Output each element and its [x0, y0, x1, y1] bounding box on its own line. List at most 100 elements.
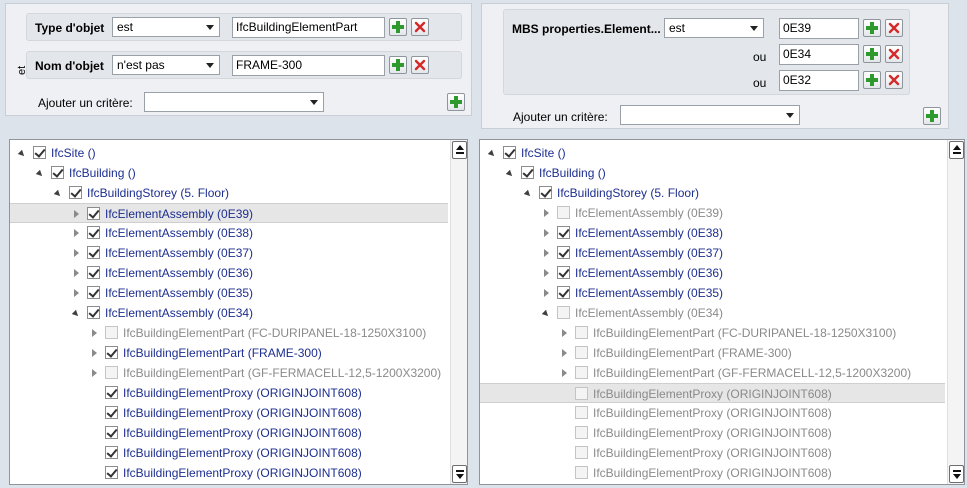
- criterion-2-operator-select[interactable]: n'est pas: [112, 55, 220, 75]
- tree-row[interactable]: IfcElementAssembly (0E37): [480, 243, 945, 263]
- tree-row[interactable]: IfcBuildingElementProxy (ORIGINJOINT608): [480, 403, 945, 423]
- tree-row[interactable]: IfcBuildingElementProxy (ORIGINJOINT608): [480, 463, 945, 483]
- tree-checkbox[interactable]: [87, 207, 100, 220]
- tree-row[interactable]: IfcBuildingElementPart (FC-DURIPANEL-18-…: [480, 323, 945, 343]
- tree-checkbox[interactable]: [503, 146, 516, 159]
- tree-row[interactable]: IfcBuildingElementProxy (ORIGINJOINT608): [10, 383, 448, 403]
- mbs-value-input-2[interactable]: 0E34: [779, 44, 859, 65]
- left-object-tree[interactable]: IfcSite () IfcBuilding () IfcBuildingStore…: [9, 139, 468, 485]
- criterion-2-add-button[interactable]: [389, 56, 407, 74]
- collapsed-arrow-icon[interactable]: [74, 269, 79, 277]
- tree-checkbox[interactable]: [557, 286, 570, 299]
- tree-row[interactable]: IfcElementAssembly (0E35): [480, 283, 945, 303]
- tree-row[interactable]: IfcBuildingElementPart (GF-FERMACELL-12,…: [10, 363, 448, 383]
- tree-checkbox[interactable]: [105, 446, 118, 459]
- tree-checkbox[interactable]: [87, 306, 100, 319]
- criterion-1-value-input[interactable]: IfcBuildingElementPart: [232, 17, 385, 38]
- right-add-criterion-select[interactable]: [620, 105, 800, 125]
- expanded-arrow-icon[interactable]: [17, 149, 27, 159]
- tree-row[interactable]: IfcElementAssembly (0E36): [480, 263, 945, 283]
- tree-checkbox[interactable]: [557, 246, 570, 259]
- collapsed-arrow-icon[interactable]: [544, 249, 549, 257]
- tree-row[interactable]: IfcElementAssembly (0E34): [480, 303, 945, 323]
- tree-checkbox[interactable]: [575, 406, 588, 419]
- collapsed-arrow-icon[interactable]: [74, 229, 79, 237]
- right-add-criterion-button[interactable]: [923, 107, 941, 125]
- right-tree-scrollbar[interactable]: [947, 140, 964, 484]
- criterion-2-remove-button[interactable]: [411, 56, 429, 74]
- scroll-up-button[interactable]: [949, 141, 964, 159]
- tree-checkbox[interactable]: [33, 146, 46, 159]
- tree-row[interactable]: IfcElementAssembly (0E34): [10, 303, 448, 323]
- tree-row[interactable]: IfcBuildingElementProxy (ORIGINJOINT608): [10, 443, 448, 463]
- mbs-value-1-add-button[interactable]: [863, 19, 881, 37]
- tree-row[interactable]: IfcElementAssembly (0E38): [480, 223, 945, 243]
- right-object-tree[interactable]: IfcSite () IfcBuilding () IfcBuildingStore…: [479, 139, 965, 485]
- tree-checkbox[interactable]: [575, 346, 588, 359]
- tree-row[interactable]: IfcBuildingElementProxy (ORIGINJOINT608): [480, 423, 945, 443]
- criterion-2-value-input[interactable]: FRAME-300: [232, 55, 385, 76]
- add-criterion-button[interactable]: [447, 93, 465, 111]
- mbs-value-1-remove-button[interactable]: [885, 19, 903, 37]
- add-criterion-select[interactable]: [144, 92, 324, 112]
- tree-checkbox[interactable]: [575, 426, 588, 439]
- tree-row[interactable]: IfcBuilding (): [10, 163, 448, 183]
- tree-checkbox[interactable]: [105, 346, 118, 359]
- tree-checkbox[interactable]: [575, 366, 588, 379]
- tree-row[interactable]: IfcSite (): [10, 143, 448, 163]
- tree-row[interactable]: IfcBuildingElementProxy (ORIGINJOINT608): [480, 443, 945, 463]
- mbs-value-2-add-button[interactable]: [863, 45, 881, 63]
- collapsed-arrow-icon[interactable]: [562, 349, 567, 357]
- tree-row[interactable]: IfcElementAssembly (0E38): [10, 223, 448, 243]
- tree-row[interactable]: IfcElementAssembly (0E37): [10, 243, 448, 263]
- collapsed-arrow-icon[interactable]: [74, 249, 79, 257]
- tree-checkbox[interactable]: [105, 386, 118, 399]
- tree-row[interactable]: IfcBuilding (): [480, 163, 945, 183]
- tree-row[interactable]: IfcBuildingElementProxy (ORIGINJOINT608): [10, 403, 448, 423]
- expanded-arrow-icon[interactable]: [523, 189, 533, 199]
- tree-row[interactable]: IfcElementAssembly (0E39): [480, 203, 945, 223]
- criterion-1-remove-button[interactable]: [411, 18, 429, 36]
- mbs-value-input-3[interactable]: 0E32: [779, 70, 859, 91]
- tree-checkbox[interactable]: [557, 226, 570, 239]
- tree-checkbox[interactable]: [87, 246, 100, 259]
- collapsed-arrow-icon[interactable]: [544, 289, 549, 297]
- expanded-arrow-icon[interactable]: [71, 309, 81, 319]
- tree-row[interactable]: IfcBuildingElementPart (FRAME-300): [480, 343, 945, 363]
- tree-checkbox[interactable]: [105, 426, 118, 439]
- tree-row[interactable]: IfcSite (): [480, 143, 945, 163]
- tree-checkbox[interactable]: [557, 266, 570, 279]
- collapsed-arrow-icon[interactable]: [92, 329, 97, 337]
- expanded-arrow-icon[interactable]: [53, 189, 63, 199]
- tree-checkbox[interactable]: [575, 387, 588, 400]
- tree-checkbox[interactable]: [87, 266, 100, 279]
- tree-row[interactable]: IfcElementAssembly (0E35): [10, 283, 448, 303]
- criterion-1-add-button[interactable]: [389, 18, 407, 36]
- tree-checkbox[interactable]: [521, 166, 534, 179]
- tree-checkbox[interactable]: [105, 366, 118, 379]
- collapsed-arrow-icon[interactable]: [562, 369, 567, 377]
- scroll-down-button[interactable]: [949, 465, 964, 483]
- mbs-value-3-remove-button[interactable]: [885, 71, 903, 89]
- tree-checkbox[interactable]: [557, 306, 570, 319]
- mbs-operator-select[interactable]: est: [664, 18, 764, 38]
- tree-row[interactable]: IfcBuildingElementProxy (ORIGINJOINT608): [480, 383, 945, 403]
- criterion-1-operator-select[interactable]: est: [112, 17, 220, 37]
- expanded-arrow-icon[interactable]: [541, 309, 551, 319]
- collapsed-arrow-icon[interactable]: [92, 349, 97, 357]
- tree-row[interactable]: IfcBuildingStorey (5. Floor): [10, 183, 448, 203]
- collapsed-arrow-icon[interactable]: [544, 209, 549, 217]
- tree-row[interactable]: IfcBuildingElementPart (FRAME-300): [10, 343, 448, 363]
- mbs-value-2-remove-button[interactable]: [885, 45, 903, 63]
- tree-row[interactable]: IfcBuildingElementProxy (ORIGINJOINT608): [10, 463, 448, 483]
- collapsed-arrow-icon[interactable]: [544, 269, 549, 277]
- tree-checkbox[interactable]: [105, 406, 118, 419]
- expanded-arrow-icon[interactable]: [505, 169, 515, 179]
- tree-checkbox[interactable]: [87, 286, 100, 299]
- tree-row[interactable]: IfcElementAssembly (0E36): [10, 263, 448, 283]
- collapsed-arrow-icon[interactable]: [74, 210, 79, 218]
- tree-checkbox[interactable]: [575, 446, 588, 459]
- tree-checkbox[interactable]: [539, 186, 552, 199]
- collapsed-arrow-icon[interactable]: [92, 369, 97, 377]
- expanded-arrow-icon[interactable]: [487, 149, 497, 159]
